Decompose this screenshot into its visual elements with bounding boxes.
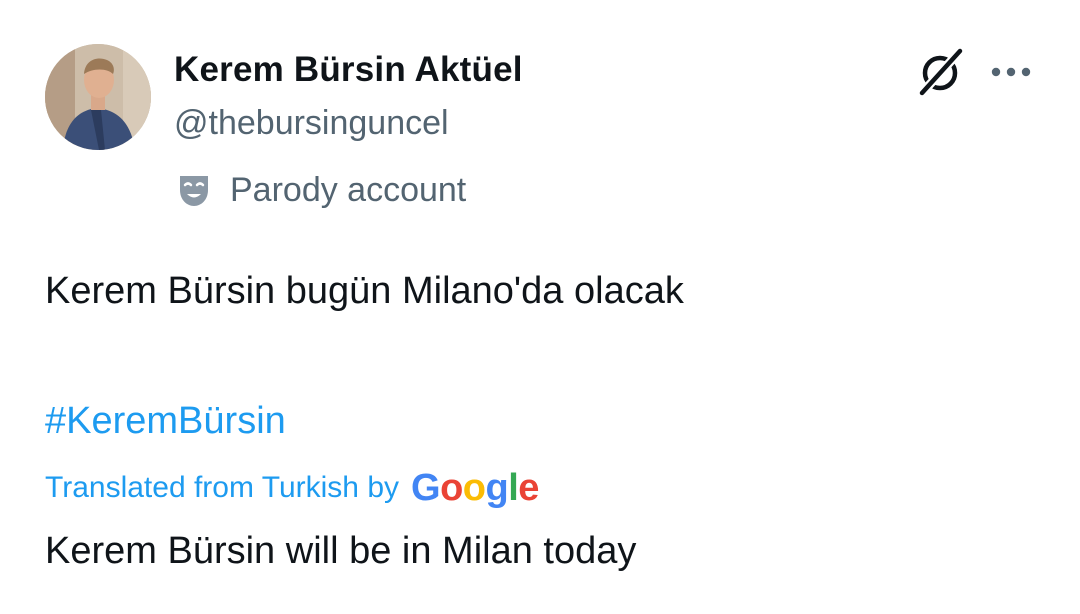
google-logo-letter: o — [462, 467, 486, 509]
theater-mask-icon — [180, 176, 208, 206]
profile-photo — [45, 44, 151, 150]
google-logo: Google — [411, 469, 539, 507]
avatar[interactable] — [45, 44, 151, 150]
google-logo-letter: e — [518, 467, 539, 509]
tweet-text: Kerem Bürsin bugün Milano'da olacak — [45, 270, 684, 312]
grok-icon[interactable] — [914, 46, 966, 98]
more-options-icon[interactable] — [988, 60, 1034, 84]
google-logo-letter: g — [485, 467, 509, 509]
google-logo-letter: l — [508, 467, 519, 509]
parody-label: Parody account — [230, 170, 467, 209]
user-handle[interactable]: @thebursinguncel — [174, 104, 449, 143]
display-name[interactable]: Kerem Bürsin Aktüel — [174, 50, 523, 90]
translated-from-link[interactable]: Translated from Turkish by — [45, 471, 399, 505]
translation-attribution: Translated from Turkish by Google — [45, 466, 539, 510]
google-logo-letter: G — [411, 467, 441, 509]
parody-badge: Parody account — [174, 170, 466, 210]
google-logo-letter: o — [440, 467, 463, 509]
hashtag-link[interactable]: #KeremBürsin — [45, 400, 286, 443]
translated-text: Kerem Bürsin will be in Milan today — [45, 530, 637, 572]
